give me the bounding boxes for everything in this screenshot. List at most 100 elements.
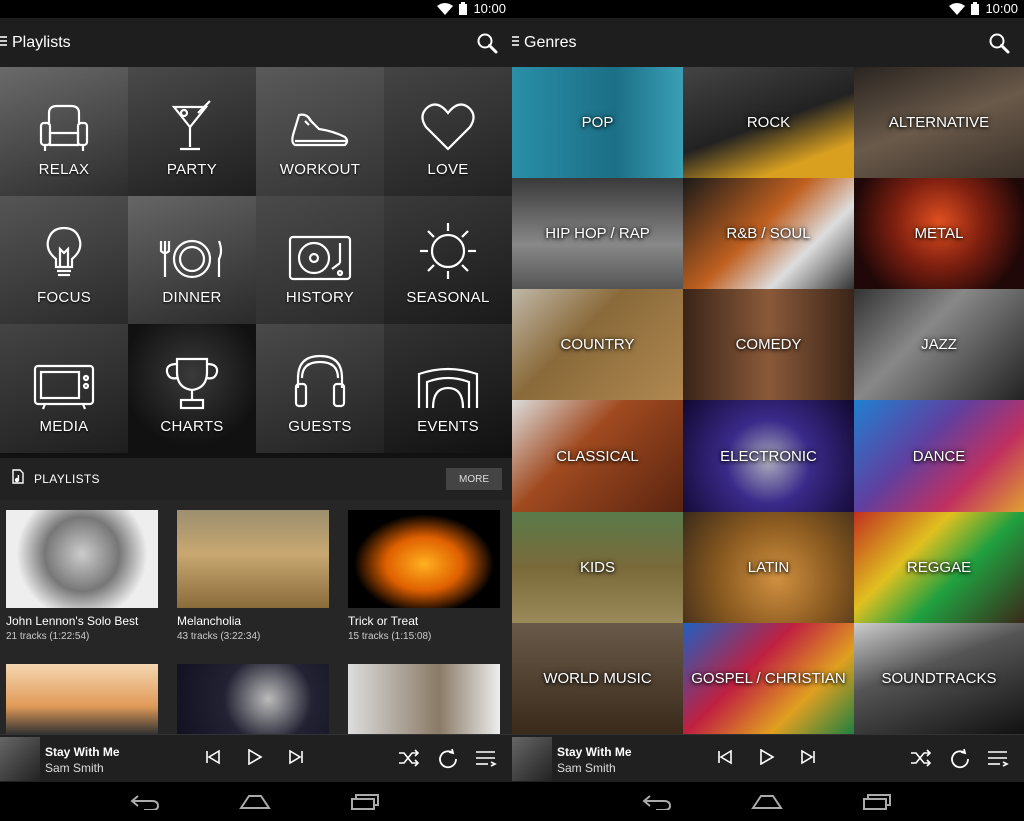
shuffle-icon[interactable] <box>398 749 420 772</box>
genre-label: COMEDY <box>735 336 802 354</box>
playlist-card[interactable] <box>6 664 158 734</box>
genre-label: R&B / SOUL <box>726 225 811 243</box>
genre-tile[interactable]: ALTERNATIVE <box>854 67 1024 179</box>
now-playing-song: Stay With Me <box>45 745 120 759</box>
playlist-name: Trick or Treat <box>348 614 419 628</box>
category-focus[interactable]: FOCUS <box>0 195 128 325</box>
genre-tile[interactable]: CLASSICAL <box>512 400 683 512</box>
drawer-menu-icon[interactable] <box>512 34 522 52</box>
genre-tile[interactable]: COMEDY <box>683 289 854 401</box>
system-nav-bar <box>512 782 1024 821</box>
trophy-icon <box>165 357 219 410</box>
now-playing-artist: Sam Smith <box>45 761 104 775</box>
playlist-thumbnail <box>348 664 500 734</box>
home-icon[interactable] <box>751 794 783 815</box>
genre-tile[interactable]: REGGAE <box>854 511 1024 623</box>
wifi-icon <box>949 2 966 15</box>
play-icon[interactable] <box>759 748 775 770</box>
playlist-card[interactable]: John Lennon's Solo Best 21 tracks (1:22:… <box>6 510 158 642</box>
genres-screen: 10:00 Genres POP ROCK ALTERNATIVE HIP HO… <box>512 0 1024 821</box>
category-label: WORKOUT <box>279 160 361 178</box>
heart-icon <box>421 103 475 151</box>
category-label: LOVE <box>427 160 469 178</box>
next-icon[interactable] <box>800 749 816 770</box>
genre-tile[interactable]: SOUNDTRACKS <box>854 622 1024 734</box>
drawer-menu-icon[interactable] <box>0 34 10 52</box>
category-guests[interactable]: GUESTS <box>256 324 384 453</box>
genre-label: KIDS <box>579 558 615 576</box>
next-icon[interactable] <box>288 749 304 770</box>
genre-label: JAZZ <box>921 336 957 354</box>
category-grid: RELAX PARTY WORKOUT LOVE FOCUS DINNER HI… <box>0 67 512 453</box>
playlist-card[interactable] <box>177 664 329 734</box>
play-icon[interactable] <box>247 748 263 770</box>
genre-label: HIP HOP / RAP <box>545 225 650 243</box>
previous-icon[interactable] <box>717 749 733 770</box>
category-media[interactable]: MEDIA <box>0 324 128 453</box>
album-art <box>512 737 552 781</box>
genre-label: LATIN <box>747 558 790 576</box>
genre-label: SOUNDTRACKS <box>881 669 997 687</box>
clock: 10:00 <box>985 1 1018 16</box>
recents-icon[interactable] <box>350 794 380 815</box>
category-love[interactable]: LOVE <box>384 67 512 196</box>
repeat-icon[interactable] <box>950 748 970 774</box>
category-charts[interactable]: CHARTS <box>128 324 256 453</box>
now-playing-song: Stay With Me <box>557 745 632 759</box>
now-playing-bar[interactable]: Stay With Me Sam Smith <box>512 734 1024 782</box>
back-icon[interactable] <box>642 794 672 815</box>
category-events[interactable]: EVENTS <box>384 324 512 453</box>
genre-tile[interactable]: HIP HOP / RAP <box>512 178 683 290</box>
queue-icon[interactable] <box>475 749 497 772</box>
category-label: PARTY <box>166 160 218 178</box>
category-seasonal[interactable]: SEASONAL <box>384 195 512 325</box>
genre-tile[interactable]: WORLD MUSIC <box>512 622 683 734</box>
playlist-card[interactable]: Trick or Treat 15 tracks (1:15:08) <box>348 510 500 642</box>
repeat-icon[interactable] <box>438 748 458 774</box>
genre-tile[interactable]: DANCE <box>854 400 1024 512</box>
wifi-icon <box>437 2 454 15</box>
search-icon[interactable] <box>988 32 1010 59</box>
category-history[interactable]: HISTORY <box>256 195 384 325</box>
playlist-card[interactable]: Melancholia 43 tracks (3:22:34) <box>177 510 329 642</box>
genre-tile[interactable]: R&B / SOUL <box>683 178 854 290</box>
shuffle-icon[interactable] <box>910 749 932 772</box>
category-label: EVENTS <box>417 417 479 435</box>
queue-icon[interactable] <box>987 749 1009 772</box>
genre-tile[interactable]: ELECTRONIC <box>683 400 854 512</box>
previous-icon[interactable] <box>205 749 221 770</box>
playlist-card[interactable] <box>348 664 500 734</box>
now-playing-bar[interactable]: Stay With Me Sam Smith <box>0 734 512 782</box>
genre-tile[interactable]: LATIN <box>683 511 854 623</box>
battery-icon <box>459 2 468 15</box>
cocktail-icon <box>171 99 211 150</box>
category-party[interactable]: PARTY <box>128 67 256 196</box>
genre-tile[interactable]: METAL <box>854 178 1024 290</box>
back-icon[interactable] <box>130 794 160 815</box>
category-label: RELAX <box>38 160 90 178</box>
home-icon[interactable] <box>239 794 271 815</box>
more-button[interactable]: MORE <box>446 468 502 490</box>
category-dinner[interactable]: DINNER <box>128 195 256 325</box>
category-relax[interactable]: RELAX <box>0 67 128 196</box>
system-nav-bar <box>0 782 512 821</box>
action-bar: Playlists <box>0 18 512 67</box>
playlist-thumbnail <box>348 510 500 608</box>
genre-label: COUNTRY <box>560 336 635 354</box>
genre-tile[interactable]: ROCK <box>683 67 854 179</box>
armchair-icon <box>39 104 89 151</box>
genre-label: ROCK <box>746 114 791 132</box>
genre-tile[interactable]: JAZZ <box>854 289 1024 401</box>
sun-icon <box>420 223 476 280</box>
genre-tile[interactable]: GOSPEL / CHRISTIAN <box>683 622 854 734</box>
genre-tile[interactable]: KIDS <box>512 511 683 623</box>
genre-tile[interactable]: COUNTRY <box>512 289 683 401</box>
genre-label: REGGAE <box>906 558 972 576</box>
recents-icon[interactable] <box>862 794 892 815</box>
genre-tile[interactable]: POP <box>512 67 683 179</box>
category-workout[interactable]: WORKOUT <box>256 67 384 196</box>
section-title: PLAYLISTS <box>34 472 100 486</box>
playlist-thumbnail <box>6 664 158 734</box>
search-icon[interactable] <box>476 32 498 59</box>
playlist-name: John Lennon's Solo Best <box>6 614 139 628</box>
